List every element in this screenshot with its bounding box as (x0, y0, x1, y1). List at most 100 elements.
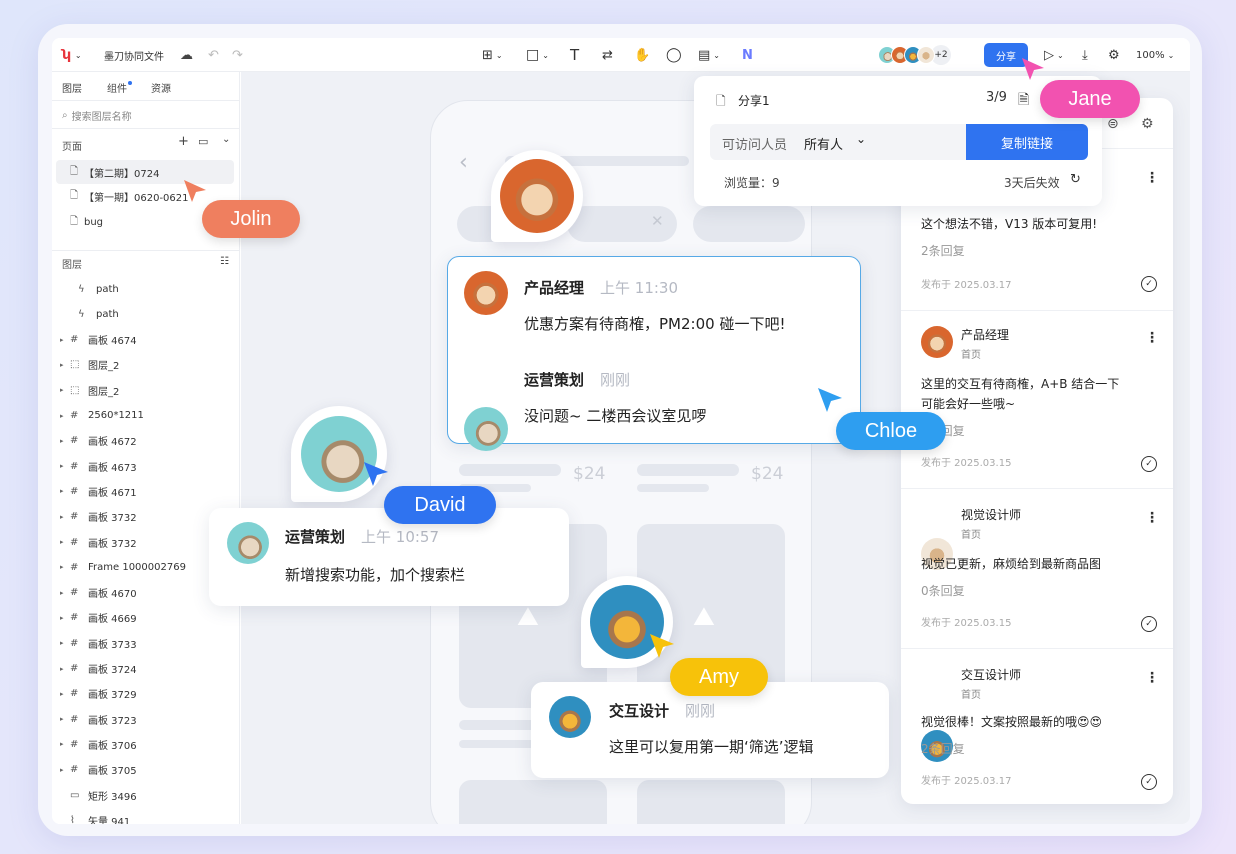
layer-item[interactable]: ▭ 矩形 3496 (52, 784, 240, 806)
expand-arrow-icon[interactable]: ▸ (60, 361, 70, 369)
commenter-name: 产品经理 (524, 279, 585, 297)
resolve-check-icon[interactable]: ✓ (1141, 774, 1157, 790)
more-options-icon[interactable]: ⋮ (1145, 510, 1159, 526)
layer-item[interactable]: ▸ # 画板 4673 (52, 455, 240, 477)
layer-label: path (96, 308, 119, 320)
tab-layers[interactable]: 图层 (62, 80, 82, 95)
chevron-down-icon: ⌄ (74, 50, 82, 60)
resolve-check-icon[interactable]: ✓ (1141, 616, 1157, 632)
expand-arrow-icon[interactable]: ▸ (60, 589, 70, 597)
expand-arrow-icon[interactable]: ▸ (60, 487, 70, 495)
expand-arrow-icon[interactable]: ▸ (60, 538, 70, 546)
expand-arrow-icon[interactable]: ▸ (60, 690, 70, 698)
comment-time: 上午 11:30 (600, 279, 679, 297)
layer-item[interactable]: ▸ # 画板 4671 (52, 480, 240, 502)
tab-assets[interactable]: 资源 (151, 80, 171, 95)
download-icon[interactable]: ⤓ (1082, 38, 1088, 72)
expand-arrow-icon[interactable]: ▸ (60, 437, 70, 445)
layer-item[interactable]: ▸ # 画板 3729 (52, 683, 240, 705)
commenter-name: 交互设计师 (961, 668, 1022, 682)
expand-arrow-icon[interactable]: ▸ (60, 740, 70, 748)
copy-link-button[interactable]: 复制链接 (966, 124, 1088, 160)
layer-item[interactable]: ⌇ 矢量 941 (52, 809, 240, 824)
refresh-icon[interactable]: ↻ (1070, 172, 1081, 187)
expand-arrow-icon[interactable]: ▸ (60, 462, 70, 470)
expand-arrow-icon[interactable]: ▸ (60, 513, 70, 521)
sort-icon[interactable]: ☷ (220, 256, 229, 267)
layer-search[interactable]: ⌕ 搜索图层名称 (62, 108, 132, 123)
filter-icon[interactable]: ⊜ (1107, 116, 1119, 132)
reply-count[interactable]: 2条回复 (921, 740, 965, 757)
layer-type-icon: # (70, 485, 79, 497)
expand-arrow-icon[interactable]: ▸ (60, 665, 70, 673)
expand-arrow-icon[interactable]: ▸ (60, 639, 70, 647)
layer-item[interactable]: ▸ # 画板 3733 (52, 632, 240, 654)
reply-count[interactable]: 0条回复 (921, 582, 965, 599)
layer-label: 画板 3724 (88, 665, 137, 676)
layer-type-icon: # (70, 637, 79, 649)
more-options-icon[interactable]: ⋮ (1145, 330, 1159, 346)
text-tool-icon[interactable]: T (570, 38, 579, 72)
reply-count[interactable]: 2条回复 (921, 242, 965, 259)
chevron-down-icon[interactable]: ⌄ (222, 134, 230, 145)
avatar (500, 159, 574, 233)
add-page-icon[interactable]: + (178, 134, 189, 149)
collaborators[interactable]: +2 (878, 38, 951, 72)
comment-card[interactable]: 交互设计 刚刚 这里可以复用第一期‘筛选’逻辑 (531, 682, 889, 778)
layer-item[interactable]: ▸ # 画板 4669 (52, 607, 240, 629)
layer-item[interactable]: ▸ # 画板 3723 (52, 708, 240, 730)
expand-arrow-icon[interactable]: ▸ (60, 386, 70, 394)
undo-icon[interactable]: ↶ (208, 38, 219, 72)
commenter-name: 运营策划 (524, 371, 585, 389)
layer-item[interactable]: ▸ # 画板 4674 (52, 329, 240, 351)
file-title[interactable]: 墨刀协同文件 (104, 38, 164, 72)
commenter-name: 交互设计 (609, 702, 670, 720)
layer-type-icon: # (70, 764, 79, 776)
layer-item[interactable]: ▸ ⬚ 图层_2 (52, 379, 240, 401)
layer-item[interactable]: ▸ # 画板 3705 (52, 759, 240, 781)
connector-tool-icon[interactable]: ⇄ (602, 38, 613, 72)
comment-card[interactable]: 运营策划 上午 10:57 新增搜索功能，加个搜索栏 (209, 508, 569, 606)
hand-tool-icon[interactable]: ✋ (634, 38, 650, 72)
more-options-icon[interactable]: ⋮ (1145, 170, 1159, 186)
share-settings-icon[interactable]: 🗎 (1018, 89, 1029, 113)
settings-sliders-icon[interactable]: ⚙ (1108, 38, 1120, 72)
expand-arrow-icon[interactable]: ▸ (60, 563, 70, 571)
expand-arrow-icon[interactable]: ▸ (60, 715, 70, 723)
ai-tool-icon[interactable]: N (742, 38, 753, 72)
resolve-check-icon[interactable]: ✓ (1141, 456, 1157, 472)
settings-icon[interactable]: ⚙ (1141, 116, 1154, 132)
redo-icon[interactable]: ↷ (232, 38, 243, 72)
folder-icon[interactable]: ▭ (198, 135, 208, 148)
expand-arrow-icon[interactable]: ▸ (60, 336, 70, 344)
more-options-icon[interactable]: ⋮ (1145, 670, 1159, 686)
layer-type-icon: # (70, 713, 79, 725)
tab-components[interactable]: 组件 (107, 80, 127, 95)
layer-item[interactable]: ▸ ⬚ 图层_2 (52, 354, 240, 376)
layer-item[interactable]: ϟ path (52, 278, 240, 300)
access-select[interactable]: 可访问人员 所有人 ⌄ (710, 124, 966, 160)
access-label: 可访问人员 (722, 138, 788, 153)
layer-item[interactable]: ▸ #2560*1211 (52, 405, 240, 427)
product-image-placeholder (637, 780, 785, 824)
layer-item[interactable]: ▸ # 画板 3706 (52, 733, 240, 755)
layer-item[interactable]: ϟ path (52, 303, 240, 325)
expand-arrow-icon[interactable]: ▸ (60, 614, 70, 622)
comment-pin[interactable] (491, 150, 583, 242)
resolve-check-icon[interactable]: ✓ (1141, 276, 1157, 292)
comment-thread-card[interactable]: 产品经理 上午 11:30 优惠方案有待商榷，PM2:00 碰一下吧! 运营策划刚… (447, 256, 861, 451)
expand-arrow-icon[interactable]: ▸ (60, 412, 70, 420)
cloud-sync-icon[interactable]: ☁ (180, 38, 193, 72)
comment-tool-icon[interactable]: ◯ (666, 38, 682, 72)
logo-menu[interactable]: ʮ ⌄ (62, 38, 82, 72)
layer-item[interactable]: ▸ # 画板 3724 (52, 658, 240, 680)
layer-item[interactable]: ▸ # 画板 4672 (52, 430, 240, 452)
expand-arrow-icon[interactable]: ▸ (60, 766, 70, 774)
search-input[interactable]: 搜索图层名称 (72, 108, 132, 123)
zoom-select[interactable]: 100% ⌄ (1136, 38, 1174, 72)
page-icon: 🗋 (70, 165, 79, 177)
rectangle-tool-icon[interactable]: □ ⌄ (526, 38, 549, 72)
preview-play-icon[interactable]: ▷ ⌄ (1044, 38, 1064, 72)
note-tool-icon[interactable]: ▤ ⌄ (698, 38, 720, 72)
insert-tool-icon[interactable]: ⊞ ⌄ (482, 38, 503, 72)
